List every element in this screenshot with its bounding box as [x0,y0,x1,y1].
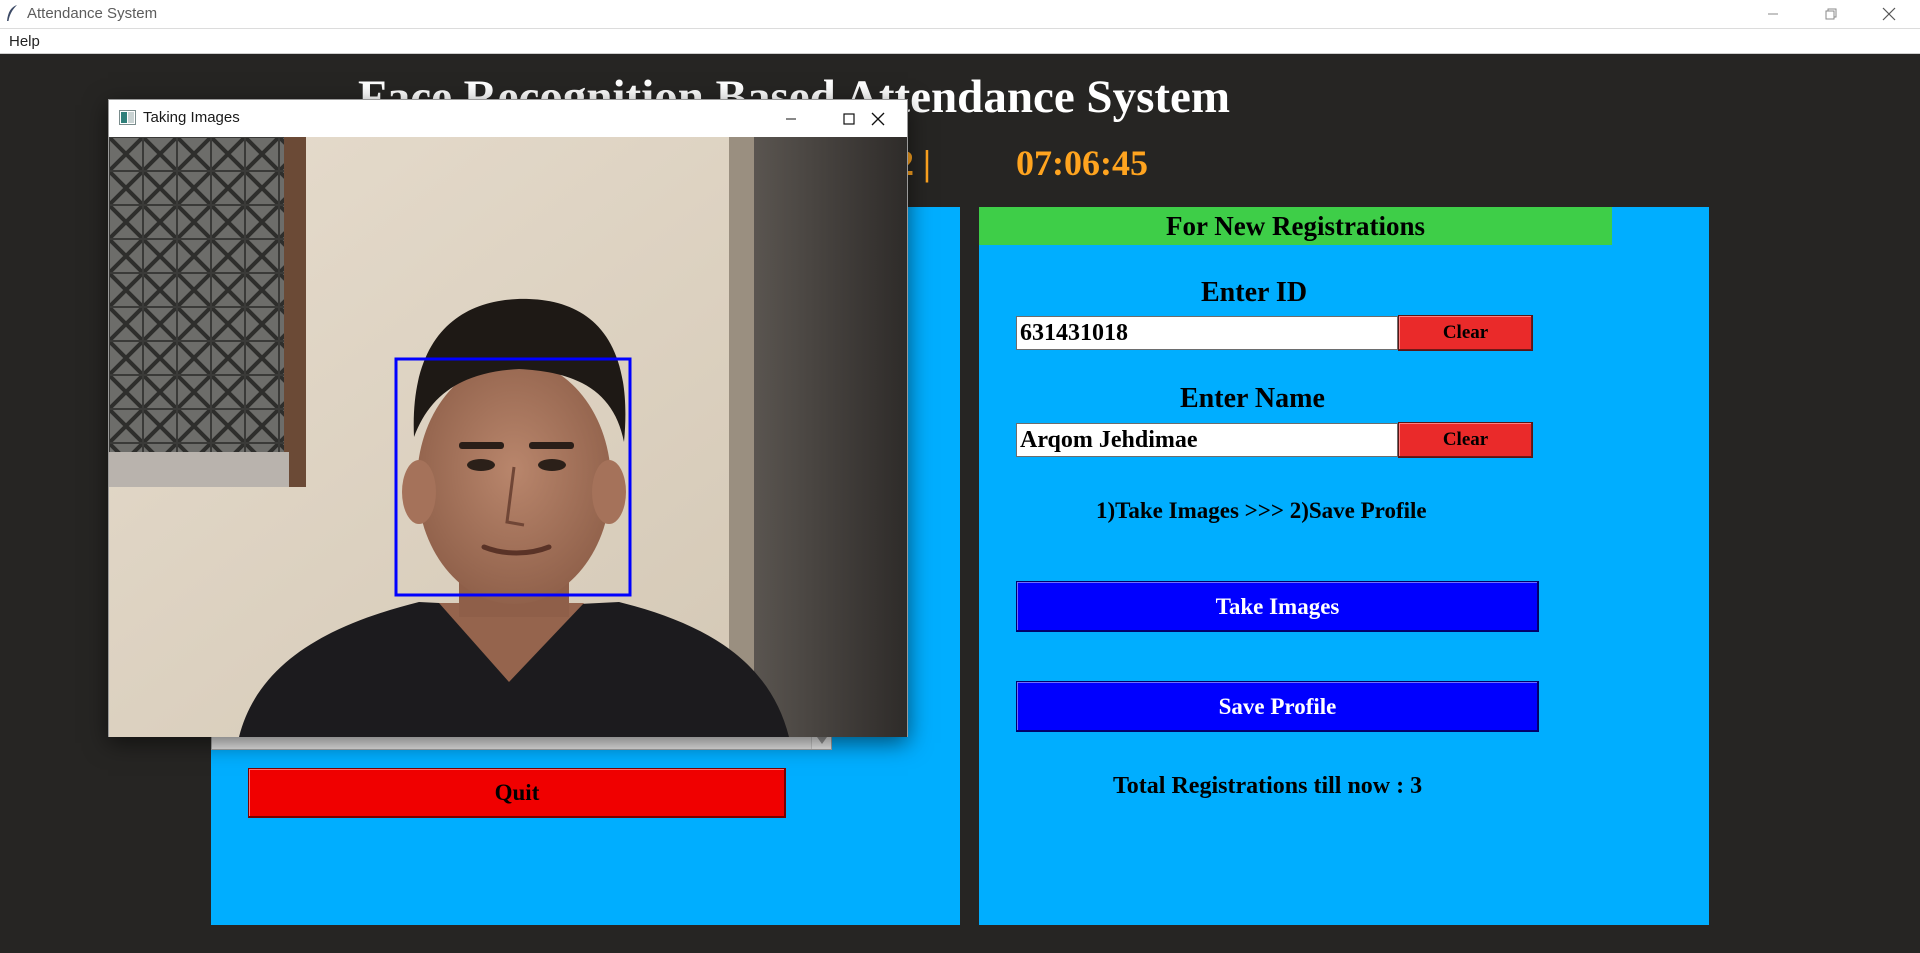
camera-window-titlebar[interactable]: Taking Images [109,100,907,137]
minimize-icon [1768,13,1778,15]
restore-icon [1825,8,1837,20]
minimize-button[interactable] [1744,0,1802,28]
opencv-window-icon [119,110,136,125]
menu-help[interactable]: Help [9,33,40,50]
total-registrations-label: Total Registrations till now : 3 [1113,773,1423,799]
menubar: Help [0,28,1920,54]
restore-button[interactable] [1802,0,1860,28]
main-titlebar[interactable]: Attendance System [0,0,1920,28]
camera-window[interactable]: Taking Images [108,99,908,737]
minimize-icon [786,118,796,119]
close-button[interactable] [1860,0,1918,28]
camera-window-title: Taking Images [143,109,240,126]
enter-id-label: Enter ID [1201,277,1308,308]
close-icon [871,112,885,125]
id-input[interactable] [1016,316,1398,350]
camera-feed [109,137,907,737]
clear-name-button[interactable]: Clear [1398,422,1533,458]
registration-panel [979,207,1709,925]
take-images-button[interactable]: Take Images [1016,581,1539,632]
feather-icon [7,5,17,21]
steps-instruction: 1)Take Images >>> 2)Save Profile [1096,498,1427,523]
clock-label: 07:06:45 [1016,143,1148,183]
camera-close-button[interactable] [849,100,907,137]
registration-header: For New Registrations [979,207,1612,245]
close-icon [1882,7,1896,21]
clear-id-button[interactable]: Clear [1398,315,1533,351]
window-title: Attendance System [27,5,158,22]
camera-frame-image [109,137,907,737]
quit-button[interactable]: Quit [248,768,786,818]
save-profile-button[interactable]: Save Profile [1016,681,1539,732]
name-input[interactable] [1016,423,1398,457]
camera-minimize-button[interactable] [762,100,820,137]
enter-name-label: Enter Name [1180,383,1325,414]
